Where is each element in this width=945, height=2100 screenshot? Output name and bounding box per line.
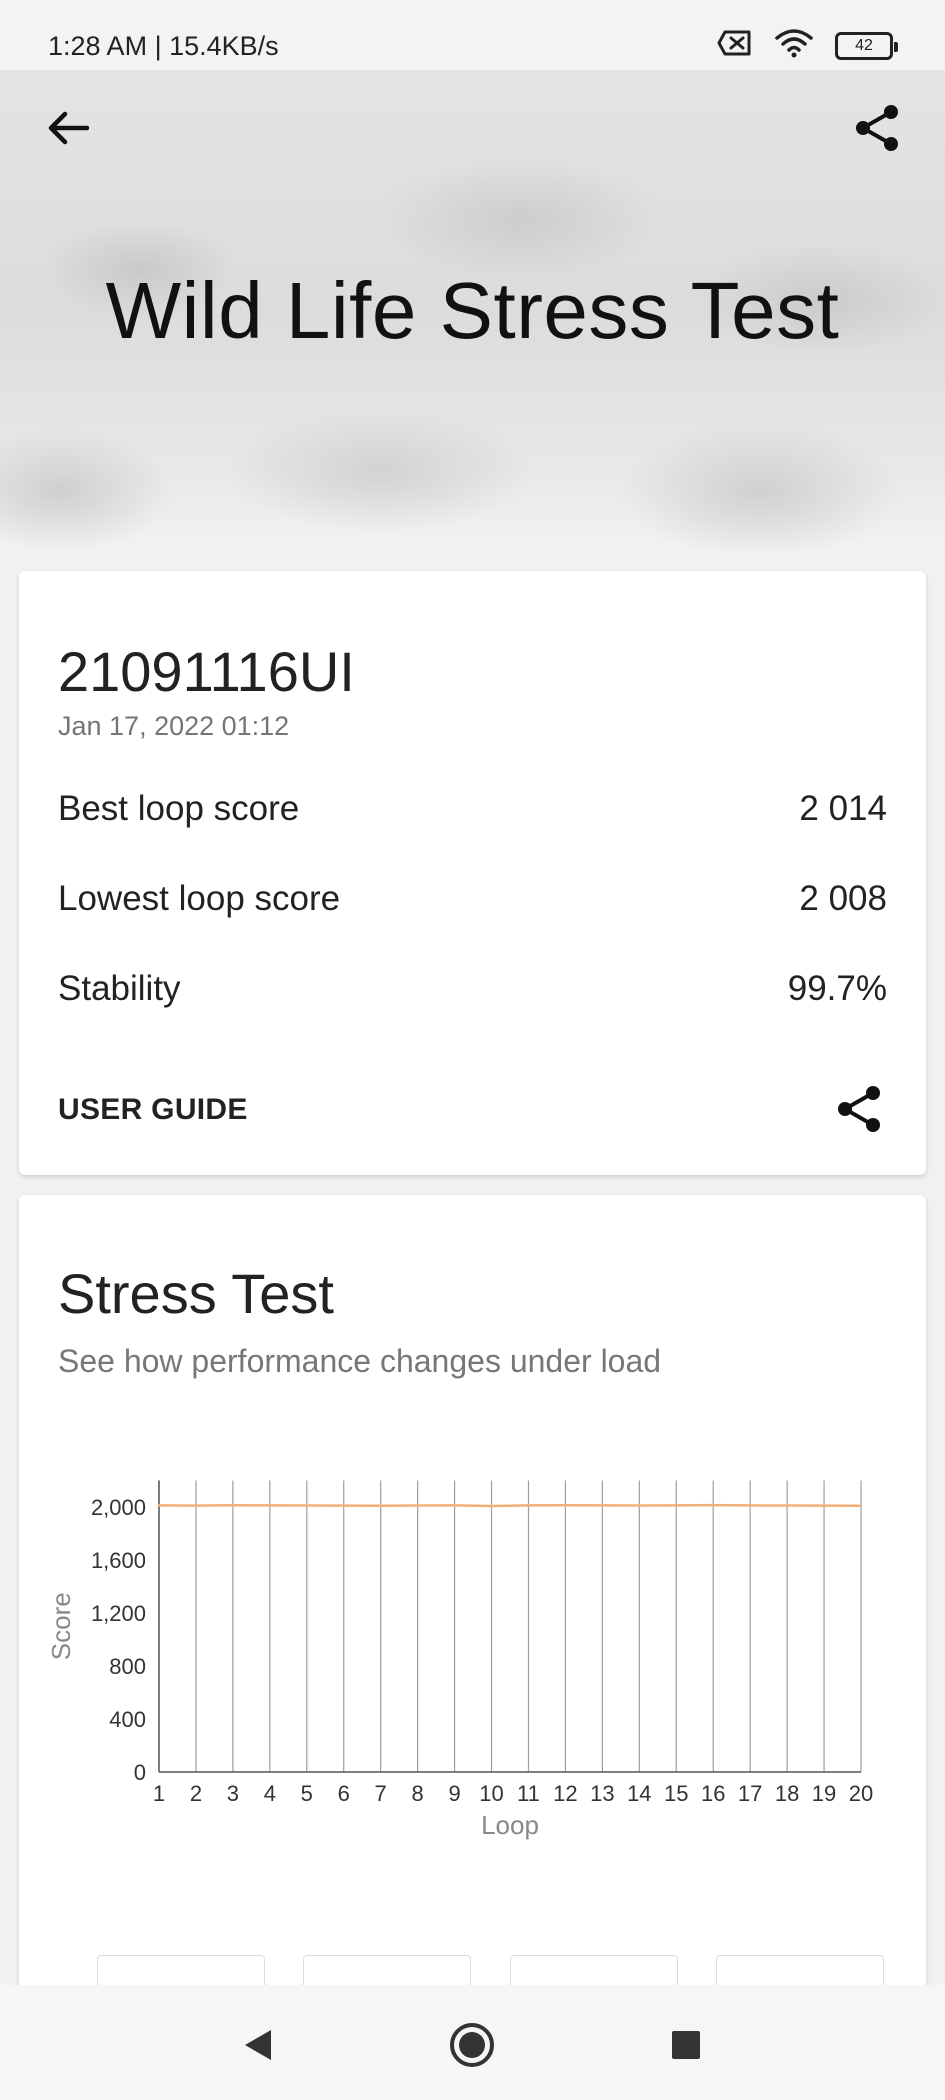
data-point [453,1504,456,1507]
result-share-button[interactable] [831,1081,887,1137]
data-point [638,1504,641,1507]
x-tick-label: 18 [775,1781,799,1806]
best-loop-label: Best loop score [58,789,300,828]
data-point [527,1504,530,1507]
stability-row: Stability 99.7% [58,964,887,1014]
x-tick-label: 8 [412,1781,424,1806]
x-tick-label: 13 [590,1781,614,1806]
y-axis-label: Score [46,1592,76,1660]
series-line [158,1503,862,1508]
battery-icon: 42 [835,32,898,60]
nav-home-button[interactable] [442,2015,502,2075]
y-tick-label: 2,000 [91,1495,146,1520]
x-tick-label: 3 [227,1781,239,1806]
page-title: Wild Life Stress Test [105,266,840,355]
share-icon [838,1086,880,1132]
data-point [859,1504,863,1508]
x-tick-label: 19 [812,1781,836,1806]
y-tick-label: 1,600 [91,1548,146,1573]
square-recents-icon [672,2031,700,2059]
wifi-icon [775,28,813,65]
stress-test-card: Stress Test See how performance changes … [19,1195,926,2015]
nav-recents-button[interactable] [656,2015,716,2075]
navigation-bar [0,1985,945,2100]
data-point [748,1504,752,1507]
x-tick-label: 20 [849,1781,873,1806]
data-point [601,1504,604,1507]
data-point [675,1504,678,1507]
circle-home-icon [450,2023,494,2067]
sim-off-icon [717,30,753,63]
lowest-loop-label: Lowest loop score [58,879,341,918]
x-tick-label: 1 [153,1781,165,1806]
share-icon [856,105,898,151]
nav-back-button[interactable] [228,2015,288,2075]
section-subtitle: See how performance changes under load [58,1343,662,1379]
device-name: 21091116UI [58,640,355,703]
user-guide-link[interactable]: USER GUIDE [58,1093,248,1127]
x-tick-label: 15 [664,1781,688,1806]
stress-test-chart: 04008001,2001,6002,0001 2 3 4 5 6 7 8 9 10 11 12 13 1… [46,1480,873,1840]
status-time-speed: 1:28 AM | 15.4KB/s [48,30,279,61]
data-point [305,1504,308,1507]
data-point [712,1503,715,1507]
section-title: Stress Test [58,1262,334,1325]
data-point [231,1504,235,1507]
lowest-loop-row: Lowest loop score 2 008 [58,874,887,924]
data-point [416,1504,419,1507]
data-point [342,1504,345,1507]
data-point [268,1504,272,1507]
share-button[interactable] [849,100,905,156]
data-point [379,1504,382,1508]
y-tick-label: 800 [109,1654,146,1679]
x-tick-label: 14 [627,1781,651,1806]
stability-label: Stability [58,969,181,1008]
best-loop-row: Best loop score 2 014 [58,784,887,834]
data-point [157,1504,161,1507]
triangle-back-icon [245,2030,271,2060]
data-point [822,1504,826,1507]
data-point [490,1504,493,1508]
x-tick-label: 5 [301,1781,313,1806]
lowest-loop-value: 2 008 [799,879,887,918]
result-card: 21091116UI Jan 17, 2022 01:12 Best loop … [19,571,926,1175]
x-tick-label: 6 [338,1781,350,1806]
x-tick-label: 12 [553,1781,577,1806]
stability-value: 99.7% [787,969,887,1008]
arrow-left-icon [48,111,89,145]
x-tick-label: 4 [264,1781,276,1806]
hero-header: Wild Life Stress Test [0,70,945,550]
x-tick-label: 11 [517,1781,540,1806]
status-icons: 42 [717,28,898,65]
x-tick-label: 7 [375,1781,387,1806]
data-point [564,1504,567,1507]
best-loop-value: 2 014 [799,789,887,828]
x-tick-label: 16 [701,1781,725,1806]
x-tick-label: 9 [448,1781,460,1806]
y-tick-label: 1,200 [91,1601,146,1626]
x-tick-label: 10 [479,1781,503,1806]
back-button[interactable] [40,100,96,156]
battery-level: 42 [855,37,873,54]
y-tick-label: 400 [109,1707,146,1732]
x-axis-label: Loop [481,1810,539,1840]
y-tick-label: 0 [134,1760,146,1785]
test-date: Jan 17, 2022 01:12 [58,711,290,741]
data-point [194,1504,198,1507]
x-tick-label: 2 [190,1781,202,1806]
data-point [785,1504,789,1507]
x-tick-label: 17 [738,1781,762,1806]
